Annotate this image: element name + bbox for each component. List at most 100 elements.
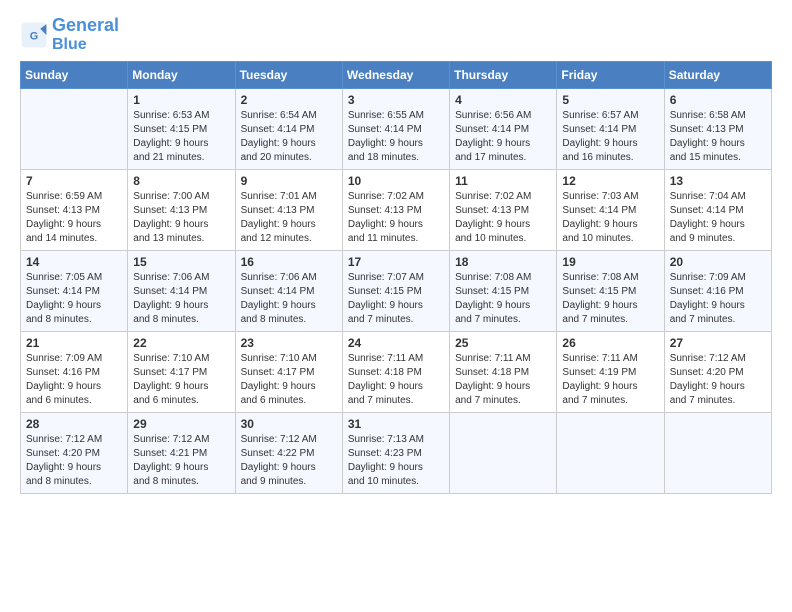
calendar-day-cell: 11Sunrise: 7:02 AM Sunset: 4:13 PM Dayli… bbox=[450, 170, 557, 251]
calendar-day-cell: 22 Sunrise: 7:10 AM Sunset: 4:17 PM Dayli… bbox=[128, 332, 235, 413]
calendar-day-cell bbox=[664, 413, 771, 494]
calendar-day-cell: 2 Sunrise: 6:54 AM Sunset: 4:14 PM Daylig… bbox=[235, 89, 342, 170]
day-number: 26 bbox=[562, 336, 658, 350]
day-info: Sunrise: 7:06 AM Sunset: 4:14 PM Dayligh… bbox=[241, 271, 337, 327]
day-number: 19 bbox=[562, 255, 658, 269]
calendar-day-cell: 1 Sunrise: 6:53 AM Sunset: 4:15 PM Daylig… bbox=[128, 89, 235, 170]
logo-icon: G bbox=[20, 21, 48, 49]
day-info: Sunrise: 7:13 AM Sunset: 4:23 PM Dayligh… bbox=[348, 433, 444, 489]
day-info: Sunrise: 7:02 AM Sunset: 4:13 PM Dayligh… bbox=[348, 190, 444, 246]
day-number: 21 bbox=[26, 336, 122, 350]
calendar-week-row: 7 Sunrise: 6:59 AM Sunset: 4:13 PM Daylig… bbox=[21, 170, 772, 251]
calendar-header-cell: Tuesday bbox=[235, 62, 342, 89]
day-number: 30 bbox=[241, 417, 337, 431]
calendar-day-cell: 8 Sunrise: 7:00 AM Sunset: 4:13 PM Daylig… bbox=[128, 170, 235, 251]
calendar-day-cell: 17Sunrise: 7:07 AM Sunset: 4:15 PM Dayli… bbox=[342, 251, 449, 332]
day-info: Sunrise: 6:59 AM Sunset: 4:13 PM Dayligh… bbox=[26, 190, 122, 246]
day-number: 18 bbox=[455, 255, 551, 269]
day-info: Sunrise: 7:11 AM Sunset: 4:18 PM Dayligh… bbox=[348, 352, 444, 408]
calendar-header-cell: Thursday bbox=[450, 62, 557, 89]
day-info: Sunrise: 7:01 AM Sunset: 4:13 PM Dayligh… bbox=[241, 190, 337, 246]
calendar-header-cell: Wednesday bbox=[342, 62, 449, 89]
calendar-day-cell: 29Sunrise: 7:12 AM Sunset: 4:21 PM Dayli… bbox=[128, 413, 235, 494]
calendar-header-row: SundayMondayTuesdayWednesdayThursdayFrid… bbox=[21, 62, 772, 89]
calendar-day-cell: 14 Sunrise: 7:05 AM Sunset: 4:14 PM Dayli… bbox=[21, 251, 128, 332]
calendar-day-cell bbox=[557, 413, 664, 494]
day-number: 15 bbox=[133, 255, 229, 269]
calendar-week-row: 1 Sunrise: 6:53 AM Sunset: 4:15 PM Daylig… bbox=[21, 89, 772, 170]
day-number: 5 bbox=[562, 93, 658, 107]
day-info: Sunrise: 7:12 AM Sunset: 4:22 PM Dayligh… bbox=[241, 433, 337, 489]
calendar-day-cell: 25Sunrise: 7:11 AM Sunset: 4:18 PM Dayli… bbox=[450, 332, 557, 413]
calendar-week-row: 21 Sunrise: 7:09 AM Sunset: 4:16 PM Dayli… bbox=[21, 332, 772, 413]
day-info: Sunrise: 6:54 AM Sunset: 4:14 PM Dayligh… bbox=[241, 109, 337, 165]
calendar-day-cell: 3Sunrise: 6:55 AM Sunset: 4:14 PM Daylig… bbox=[342, 89, 449, 170]
calendar-day-cell: 18 Sunrise: 7:08 AM Sunset: 4:15 PM Dayli… bbox=[450, 251, 557, 332]
calendar-day-cell: 10 Sunrise: 7:02 AM Sunset: 4:13 PM Dayli… bbox=[342, 170, 449, 251]
calendar-day-cell: 23Sunrise: 7:10 AM Sunset: 4:17 PM Dayli… bbox=[235, 332, 342, 413]
day-number: 24 bbox=[348, 336, 444, 350]
calendar-day-cell: 15 Sunrise: 7:06 AM Sunset: 4:14 PM Dayli… bbox=[128, 251, 235, 332]
day-number: 29 bbox=[133, 417, 229, 431]
day-info: Sunrise: 7:06 AM Sunset: 4:14 PM Dayligh… bbox=[133, 271, 229, 327]
day-number: 11 bbox=[455, 174, 551, 188]
day-info: Sunrise: 7:03 AM Sunset: 4:14 PM Dayligh… bbox=[562, 190, 658, 246]
day-info: Sunrise: 7:08 AM Sunset: 4:15 PM Dayligh… bbox=[455, 271, 551, 327]
logo: G General Blue bbox=[20, 16, 119, 53]
day-info: Sunrise: 7:04 AM Sunset: 4:14 PM Dayligh… bbox=[670, 190, 766, 246]
calendar-day-cell bbox=[450, 413, 557, 494]
day-number: 1 bbox=[133, 93, 229, 107]
calendar-day-cell: 28Sunrise: 7:12 AM Sunset: 4:20 PM Dayli… bbox=[21, 413, 128, 494]
calendar-week-row: 14 Sunrise: 7:05 AM Sunset: 4:14 PM Dayli… bbox=[21, 251, 772, 332]
logo-text: General Blue bbox=[52, 16, 119, 53]
calendar-day-cell: 7 Sunrise: 6:59 AM Sunset: 4:13 PM Daylig… bbox=[21, 170, 128, 251]
day-info: Sunrise: 7:09 AM Sunset: 4:16 PM Dayligh… bbox=[26, 352, 122, 408]
calendar-day-cell: 19 Sunrise: 7:08 AM Sunset: 4:15 PM Dayli… bbox=[557, 251, 664, 332]
day-number: 7 bbox=[26, 174, 122, 188]
day-info: Sunrise: 7:12 AM Sunset: 4:20 PM Dayligh… bbox=[670, 352, 766, 408]
calendar-day-cell: 30 Sunrise: 7:12 AM Sunset: 4:22 PM Dayli… bbox=[235, 413, 342, 494]
day-info: Sunrise: 7:05 AM Sunset: 4:14 PM Dayligh… bbox=[26, 271, 122, 327]
calendar-header-cell: Friday bbox=[557, 62, 664, 89]
calendar-day-cell: 16 Sunrise: 7:06 AM Sunset: 4:14 PM Dayli… bbox=[235, 251, 342, 332]
calendar-header-cell: Monday bbox=[128, 62, 235, 89]
day-number: 27 bbox=[670, 336, 766, 350]
day-info: Sunrise: 6:56 AM Sunset: 4:14 PM Dayligh… bbox=[455, 109, 551, 165]
day-info: Sunrise: 7:07 AM Sunset: 4:15 PM Dayligh… bbox=[348, 271, 444, 327]
day-info: Sunrise: 7:08 AM Sunset: 4:15 PM Dayligh… bbox=[562, 271, 658, 327]
day-info: Sunrise: 7:12 AM Sunset: 4:20 PM Dayligh… bbox=[26, 433, 122, 489]
calendar-day-cell: 9 Sunrise: 7:01 AM Sunset: 4:13 PM Daylig… bbox=[235, 170, 342, 251]
calendar-day-cell: 24 Sunrise: 7:11 AM Sunset: 4:18 PM Dayli… bbox=[342, 332, 449, 413]
day-number: 22 bbox=[133, 336, 229, 350]
day-number: 31 bbox=[348, 417, 444, 431]
day-number: 14 bbox=[26, 255, 122, 269]
day-info: Sunrise: 6:58 AM Sunset: 4:13 PM Dayligh… bbox=[670, 109, 766, 165]
calendar-day-cell: 4 Sunrise: 6:56 AM Sunset: 4:14 PM Daylig… bbox=[450, 89, 557, 170]
calendar-day-cell: 27 Sunrise: 7:12 AM Sunset: 4:20 PM Dayli… bbox=[664, 332, 771, 413]
day-number: 8 bbox=[133, 174, 229, 188]
day-info: Sunrise: 7:10 AM Sunset: 4:17 PM Dayligh… bbox=[133, 352, 229, 408]
day-number: 4 bbox=[455, 93, 551, 107]
day-info: Sunrise: 7:11 AM Sunset: 4:19 PM Dayligh… bbox=[562, 352, 658, 408]
calendar-day-cell: 13Sunrise: 7:04 AM Sunset: 4:14 PM Dayli… bbox=[664, 170, 771, 251]
day-number: 9 bbox=[241, 174, 337, 188]
calendar-day-cell: 12Sunrise: 7:03 AM Sunset: 4:14 PM Dayli… bbox=[557, 170, 664, 251]
day-number: 20 bbox=[670, 255, 766, 269]
svg-text:G: G bbox=[30, 30, 38, 42]
calendar-body: 1 Sunrise: 6:53 AM Sunset: 4:15 PM Daylig… bbox=[21, 89, 772, 494]
calendar-day-cell: 21 Sunrise: 7:09 AM Sunset: 4:16 PM Dayli… bbox=[21, 332, 128, 413]
day-number: 2 bbox=[241, 93, 337, 107]
calendar-header-cell: Sunday bbox=[21, 62, 128, 89]
day-info: Sunrise: 6:53 AM Sunset: 4:15 PM Dayligh… bbox=[133, 109, 229, 165]
day-info: Sunrise: 7:00 AM Sunset: 4:13 PM Dayligh… bbox=[133, 190, 229, 246]
day-number: 10 bbox=[348, 174, 444, 188]
calendar-day-cell: 20Sunrise: 7:09 AM Sunset: 4:16 PM Dayli… bbox=[664, 251, 771, 332]
day-number: 6 bbox=[670, 93, 766, 107]
calendar-day-cell: 5 Sunrise: 6:57 AM Sunset: 4:14 PM Daylig… bbox=[557, 89, 664, 170]
day-number: 3 bbox=[348, 93, 444, 107]
calendar-table: SundayMondayTuesdayWednesdayThursdayFrid… bbox=[20, 61, 772, 494]
day-number: 16 bbox=[241, 255, 337, 269]
calendar-day-cell: 31 Sunrise: 7:13 AM Sunset: 4:23 PM Dayli… bbox=[342, 413, 449, 494]
calendar-week-row: 28Sunrise: 7:12 AM Sunset: 4:20 PM Dayli… bbox=[21, 413, 772, 494]
day-info: Sunrise: 6:57 AM Sunset: 4:14 PM Dayligh… bbox=[562, 109, 658, 165]
